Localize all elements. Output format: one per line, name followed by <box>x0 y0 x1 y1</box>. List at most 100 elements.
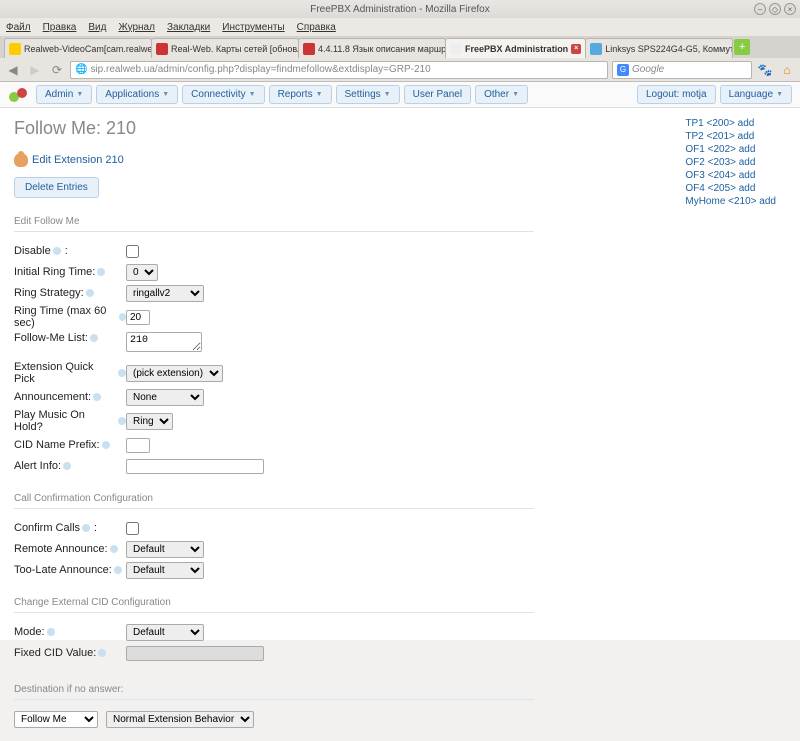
help-icon[interactable] <box>53 247 61 255</box>
music-hold-select[interactable]: Ring <box>126 413 173 430</box>
label-ring-strategy: Ring Strategy: <box>14 287 126 299</box>
divider <box>14 508 534 509</box>
back-button[interactable]: ◀ <box>4 61 22 79</box>
page-title: Follow Me: 210 <box>14 118 534 139</box>
label-announcement: Announcement: <box>14 391 126 403</box>
nav-applications[interactable]: Applications▼ <box>96 85 178 104</box>
side-link[interactable]: OF3 <204> add <box>685 170 776 181</box>
label-cid-prefix: CID Name Prefix: <box>14 439 126 451</box>
edit-extension-link[interactable]: Edit Extension 210 <box>14 153 534 167</box>
delete-entries-button[interactable]: Delete Entries <box>14 177 99 198</box>
tab-4[interactable]: Linksys SPS224G4-G5, Коммутат...× <box>585 38 733 58</box>
page-content: Admin▼ Applications▼ Connectivity▼ Repor… <box>0 82 800 640</box>
section-edit-title: Edit Follow Me <box>14 216 534 227</box>
url-input[interactable]: 🌐sip.realweb.ua/admin/config.php?display… <box>70 61 608 79</box>
ring-time-input[interactable] <box>126 310 150 325</box>
nav-logout[interactable]: Logout: motja <box>637 85 716 104</box>
menu-bookmarks[interactable]: Закладки <box>167 22 210 33</box>
new-tab-button[interactable]: + <box>734 39 750 55</box>
tab-3[interactable]: FreePBX Administration× <box>445 38 586 58</box>
help-icon[interactable] <box>118 369 126 377</box>
label-initial-ring: Initial Ring Time: <box>14 266 126 278</box>
menu-file[interactable]: Файл <box>6 22 31 33</box>
nav-admin[interactable]: Admin▼ <box>36 85 92 104</box>
divider <box>14 699 534 700</box>
nav-other[interactable]: Other▼ <box>475 85 528 104</box>
help-icon[interactable] <box>86 289 94 297</box>
label-confirm-calls: Confirm Calls: <box>14 522 126 534</box>
ext-quick-select[interactable]: (pick extension) <box>126 365 223 382</box>
help-icon[interactable] <box>98 649 106 657</box>
help-icon[interactable] <box>102 441 110 449</box>
maximize-icon[interactable]: ◇ <box>769 3 781 15</box>
side-link[interactable]: OF4 <205> add <box>685 183 776 194</box>
destination-behavior-select[interactable]: Normal Extension Behavior <box>106 711 254 728</box>
ring-strategy-select[interactable]: ringallv2 <box>126 285 204 302</box>
help-icon[interactable] <box>114 566 122 574</box>
initial-ring-select[interactable]: 0 <box>126 264 158 281</box>
announcement-select[interactable]: None <box>126 389 204 406</box>
nav-settings[interactable]: Settings▼ <box>336 85 400 104</box>
menu-view[interactable]: Вид <box>88 22 106 33</box>
label-fixed-cid: Fixed CID Value: <box>14 647 126 659</box>
divider <box>14 231 534 232</box>
mode-select[interactable]: Default <box>126 624 204 641</box>
close-icon[interactable]: × <box>784 3 796 15</box>
side-link[interactable]: MyHome <210> add <box>685 196 776 207</box>
confirm-calls-checkbox[interactable] <box>126 522 139 535</box>
tab-0[interactable]: Realweb-VideoCam[cam.realweb...× <box>4 38 152 58</box>
home-button[interactable]: ⌂ <box>778 61 796 79</box>
nav-userpanel[interactable]: User Panel <box>404 85 471 104</box>
side-link[interactable]: OF1 <202> add <box>685 144 776 155</box>
nav-reports[interactable]: Reports▼ <box>269 85 332 104</box>
forward-button[interactable]: ▶ <box>26 61 44 79</box>
freepbx-logo-icon <box>8 87 28 103</box>
menu-history[interactable]: Журнал <box>118 22 155 33</box>
paw-icon[interactable]: 🐾 <box>756 61 774 79</box>
tab-1[interactable]: Real-Web. Карты сетей [обновл...× <box>151 38 299 58</box>
window-titlebar: FreePBX Administration - Mozilla Firefox… <box>0 0 800 18</box>
help-icon[interactable] <box>110 545 118 553</box>
followme-list-textarea[interactable]: 210 <box>126 332 202 352</box>
extension-list: TP1 <200> add TP2 <201> add OF1 <202> ad… <box>685 118 786 731</box>
minimize-icon[interactable]: – <box>754 3 766 15</box>
label-music-hold: Play Music On Hold? <box>14 409 126 433</box>
fixed-cid-input <box>126 646 264 661</box>
tab-2[interactable]: 4.4.11.8 Язык описания маршр...× <box>298 38 446 58</box>
help-icon[interactable] <box>63 462 71 470</box>
section-cid-title: Change External CID Configuration <box>14 597 534 608</box>
help-icon[interactable] <box>97 268 105 276</box>
menu-tools[interactable]: Инструменты <box>222 22 284 33</box>
search-input[interactable]: GGoogle <box>612 61 752 79</box>
menu-help[interactable]: Справка <box>297 22 336 33</box>
browser-urlbar: ◀ ▶ ⟳ 🌐sip.realweb.ua/admin/config.php?d… <box>0 58 800 82</box>
help-icon[interactable] <box>118 417 126 425</box>
help-icon[interactable] <box>47 628 55 636</box>
help-icon[interactable] <box>82 524 90 532</box>
section-dest-title: Destination if no answer: <box>14 684 534 695</box>
nav-language[interactable]: Language▼ <box>720 85 792 104</box>
menu-edit[interactable]: Правка <box>43 22 77 33</box>
browser-menubar: Файл Правка Вид Журнал Закладки Инструме… <box>0 18 800 36</box>
app-navbar: Admin▼ Applications▼ Connectivity▼ Repor… <box>0 82 800 108</box>
close-icon[interactable]: × <box>571 44 581 54</box>
disable-checkbox[interactable] <box>126 245 139 258</box>
user-icon <box>14 153 28 167</box>
label-ring-time: Ring Time (max 60 sec) <box>14 305 126 329</box>
cid-prefix-input[interactable] <box>126 438 150 453</box>
help-icon[interactable] <box>119 313 126 321</box>
section-confirm-title: Call Confirmation Configuration <box>14 493 534 504</box>
help-icon[interactable] <box>93 393 101 401</box>
help-icon[interactable] <box>90 334 98 342</box>
label-ext-quick: Extension Quick Pick <box>14 361 126 385</box>
toolate-announce-select[interactable]: Default <box>126 562 204 579</box>
side-link[interactable]: OF2 <203> add <box>685 157 776 168</box>
remote-announce-select[interactable]: Default <box>126 541 204 558</box>
side-link[interactable]: TP1 <200> add <box>685 118 776 129</box>
side-link[interactable]: TP2 <201> add <box>685 131 776 142</box>
reload-button[interactable]: ⟳ <box>48 61 66 79</box>
alert-info-input[interactable] <box>126 459 264 474</box>
nav-connectivity[interactable]: Connectivity▼ <box>182 85 264 104</box>
destination-select[interactable]: Follow Me <box>14 711 98 728</box>
label-followme-list: Follow-Me List: <box>14 332 126 344</box>
